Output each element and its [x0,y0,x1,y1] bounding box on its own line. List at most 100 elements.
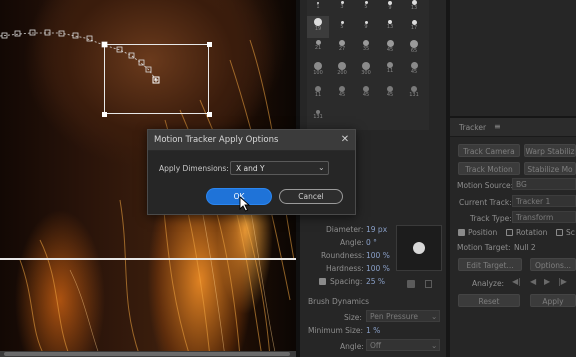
brush-preset[interactable]: 1 [307,0,329,10]
rotation-label: Rotation [516,228,548,237]
brush-size-label: 65 [410,48,418,54]
viewer-scrollbar-thumb[interactable] [4,352,290,356]
brush-size-label: 45 [386,92,394,98]
brush-size-label: 100 [313,70,323,76]
brush-size-label: 11 [314,92,322,98]
empty-panel [450,0,576,116]
trash-icon[interactable] [425,280,432,288]
rotation-checkbox[interactable] [506,229,513,236]
brush-size-label: 45 [362,92,370,98]
chevron-down-icon: ⌄ [318,163,325,172]
brush-size-label: 13 [386,24,394,30]
brush-size-label: 19 [314,26,322,32]
brush-preset[interactable]: 100 [307,62,329,76]
motion-target-value: Null 2 [514,243,536,252]
brush-preset[interactable]: 11 [307,86,329,98]
cursor-arrow-icon [239,196,251,212]
play-forward-icon[interactable]: ▶ [544,277,550,286]
brush-size-label: 27 [338,46,346,52]
hardness-value[interactable]: 100 % [366,264,390,273]
dialog-titlebar[interactable]: Motion Tracker Apply Options ✕ [148,130,355,151]
brush-preset[interactable]: 9 [379,0,401,11]
minimum-size-value[interactable]: 1 % [366,326,380,335]
minimum-size-label: Minimum Size: [308,326,364,335]
diameter-label: Diameter: [326,225,364,234]
step-back-icon[interactable]: ◀| [512,277,521,286]
apply-dimensions-label: Apply Dimensions: [159,164,229,173]
track-type-dropdown[interactable]: Transform [512,211,576,223]
edit-target-button[interactable]: Edit Target... [458,258,522,271]
brush-preset[interactable]: 17 [403,18,425,31]
track-motion-button[interactable]: Track Motion [458,162,520,175]
apply-button[interactable]: Apply [530,294,576,307]
apply-dimensions-select[interactable]: X and Y ⌄ [230,161,329,175]
position-checkbox[interactable] [458,229,465,236]
spacing-label: Spacing: [330,277,363,286]
brush-preset[interactable]: 131 [403,86,425,98]
brush-size-label: 3 [340,4,344,10]
brush-preset[interactable]: 5 [331,18,353,30]
close-icon[interactable]: ✕ [338,133,352,147]
brush-preset[interactable]: 45 [355,86,377,98]
size-dropdown[interactable]: Pen Pressure ⌄ [366,310,440,322]
spacing-checkbox[interactable] [319,278,326,285]
spacing-value[interactable]: 25 % [366,277,385,286]
motion-source-dropdown[interactable]: BG [512,178,576,190]
warp-stabilizer-button[interactable]: Warp Stabiliz [524,144,576,157]
brush-size-label: 45 [338,92,346,98]
brush-preset[interactable]: 65 [403,40,425,54]
diameter-value[interactable]: 19 px [366,225,387,234]
tracker-tab[interactable]: Tracker [459,123,486,132]
angle-dropdown-value: Off [370,341,382,350]
motion-source-label: Motion Source: [457,181,514,190]
options-button[interactable]: Options... [530,258,576,271]
track-camera-button[interactable]: Track Camera [458,144,520,157]
brush-preset[interactable]: 9 [355,18,377,30]
brush-preset[interactable]: 21 [307,40,329,51]
brush-size-label: 17 [410,25,418,31]
brush-size-label: 21 [314,45,322,51]
current-track-dropdown[interactable]: Tracker 1 [512,195,576,207]
step-forward-icon[interactable]: |▶ [558,277,567,286]
brush-preset[interactable]: 200 [331,62,353,76]
stabilize-motion-button[interactable]: Stabilize Mo [524,162,576,175]
angle-dropdown[interactable]: Off ⌄ [366,339,440,351]
track-region-handles[interactable] [101,41,213,118]
brush-preset[interactable]: 300 [355,62,377,76]
dialog-title: Motion Tracker Apply Options [154,135,279,145]
brush-preset[interactable]: 45 [403,62,425,75]
brush-size-label: 1 [316,4,320,10]
tracker-tab-bar: Tracker ≡ [450,118,576,137]
brush-preset[interactable]: 13 [379,18,401,30]
brush-preset[interactable]: 3 [331,0,353,10]
menu-icon[interactable]: ≡ [494,122,501,131]
cancel-button[interactable]: Cancel [279,189,343,204]
analyze-label: Analyze: [472,279,505,288]
current-track-label: Current Track: [459,198,512,207]
brush-preset-selected[interactable]: 19 [307,16,329,38]
brush-preset[interactable]: 13 [403,0,425,11]
scale-label: Sc [566,228,575,237]
brush-size-label: 13 [410,5,418,11]
play-back-icon[interactable]: ◀ [530,277,536,286]
reset-button[interactable]: Reset [458,294,520,307]
angle-value[interactable]: 0 ° [366,238,377,247]
brush-preset[interactable]: 45 [379,86,401,98]
scale-checkbox[interactable] [556,229,563,236]
brush-preset[interactable]: 27 [331,40,353,52]
roundness-value[interactable]: 100 % [366,251,390,260]
brush-size-label: 131 [409,92,419,98]
brush-size-label: 45 [386,47,394,53]
chevron-down-icon: ⌄ [431,312,438,321]
new-brush-icon[interactable] [407,280,415,288]
brush-preset[interactable]: 45 [331,86,353,98]
apply-dimensions-value: X and Y [236,164,265,173]
brush-preset[interactable]: 131 [307,110,329,120]
brush-preset[interactable]: 11 [379,62,401,74]
brush-grid: 1 3 5 9 13 19 5 9 13 17 21 27 35 45 65 1… [307,0,429,130]
brush-dynamics-heading: Brush Dynamics [308,297,370,306]
brush-preset[interactable]: 5 [355,0,377,10]
brush-preset[interactable]: 45 [379,40,401,53]
brush-preset[interactable]: 35 [355,40,377,52]
size-dropdown-value: Pen Pressure [370,312,419,321]
